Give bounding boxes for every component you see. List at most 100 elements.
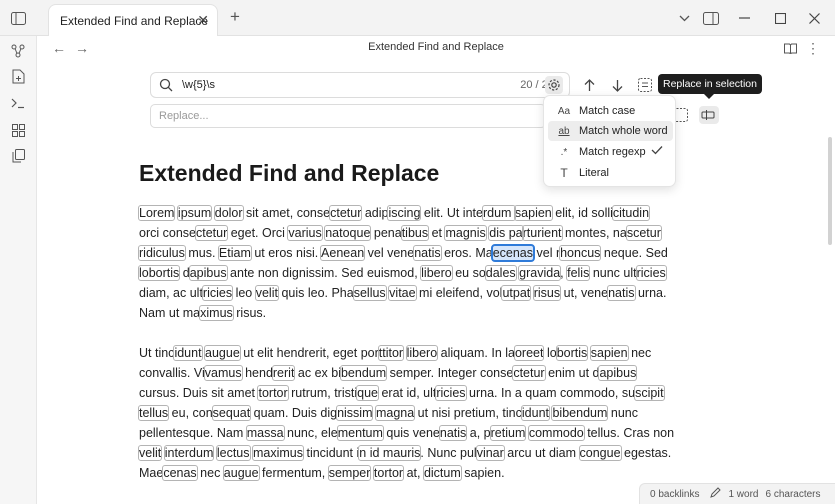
search-match: que [356,385,379,401]
search-match: lectus [215,445,251,461]
more-options-icon[interactable]: ⋮ [805,40,821,56]
pencil-icon[interactable] [710,487,722,501]
text-run: eu, con [168,406,213,420]
text-run: nunc [607,406,638,420]
search-match: libero [420,265,453,281]
minimize-icon[interactable] [736,10,752,26]
text-run: ac ex bi [294,366,341,380]
text-run: tellus. Cras non [583,426,675,440]
text-run: mus. [184,246,219,260]
regexp-icon: .* [560,146,568,158]
search-match: felis [566,265,591,281]
search-match: maximus [251,445,305,461]
find-input[interactable]: \w{5}\s 20 / 223 [150,72,570,98]
search-match: natis [413,245,442,261]
text-run: egestas. [620,446,672,460]
search-match: tortor [372,465,405,481]
search-match: augue [204,345,241,361]
grid-icon[interactable] [10,122,26,138]
menu-item-match-case[interactable]: Aa Match case [548,101,673,121]
replace-in-selection-icon[interactable] [699,106,719,124]
paragraph-1[interactable]: Lorem ipsum dolor sit amet, consectetur … [137,203,739,323]
text-run: . Nunc pul [420,446,477,460]
menu-item-label: Literal [579,167,609,179]
text-run: erat id, ult [377,386,437,400]
search-match: magna [374,405,416,421]
search-match: scetur [625,225,662,241]
replace-in-selection-tooltip: Replace in selection [658,74,762,99]
view-title: Extended Find and Replace [368,41,504,53]
current-search-match: ecenas [490,244,536,262]
text-run: d [179,266,190,280]
left-ribbon [0,36,37,504]
menu-item-match-regexp[interactable]: .* Match regexp [548,142,673,162]
close-window-icon[interactable] [806,10,822,26]
search-match: tellus [137,405,170,421]
search-match: oreet [514,345,545,361]
close-tab-icon[interactable]: ✕ [197,12,209,29]
text-run: pena [370,226,402,240]
paragraph-2[interactable]: Ut tincidunt augue ut elit hendrerit, eg… [137,343,739,483]
text-run: Mae [139,466,164,480]
replace-input[interactable]: Replace... [150,104,546,128]
text-run: sit amet, conse [242,206,331,220]
search-match: rturient [521,225,563,241]
backlinks-count[interactable]: 0 backlinks [650,489,699,500]
text-line: diam, ac ultricies leo velit quis leo. P… [139,283,739,303]
new-tab-icon[interactable]: + [226,7,244,26]
search-match: massa [245,425,285,441]
chevron-down-icon[interactable] [676,10,692,26]
search-options-gear-icon[interactable] [545,76,563,94]
text-run: rutrum, tristi [287,386,358,400]
tab-extended-find-replace[interactable]: Extended Find and Replace ✕ [48,4,218,36]
search-match: sapien [589,345,629,361]
text-run: neque. Sed [600,246,668,260]
search-match: utpat [501,285,532,301]
select-all-matches-icon[interactable] [636,76,654,94]
literal-icon: T [560,166,568,180]
text-run: pellentesque. Nam [139,426,247,440]
copy-icon[interactable] [10,148,26,164]
scrollbar-thumb[interactable] [828,137,832,245]
reading-view-icon[interactable] [782,40,798,56]
next-match-icon[interactable] [608,76,626,94]
search-match: cenas [162,465,198,481]
search-match: ricies [435,385,467,401]
text-line: velit interdum lectus maximus tincidunt … [137,443,739,463]
text-run: eu so [451,266,486,280]
search-match: dictum [422,465,462,481]
search-match: ctetur [329,205,363,221]
layout-icon[interactable] [702,10,720,26]
search-match: ricies [635,265,667,281]
text-run: eros. Ma [440,246,493,260]
menu-item-match-whole-word[interactable]: ab Match whole word [548,121,673,141]
text-run: a, p [466,426,491,440]
search-match: vinar [475,445,505,461]
text-run: nunc, ele [283,426,338,440]
find-query: \w{5}\s [182,79,216,91]
text-run: arcu ut diam [503,446,580,460]
search-match: ctetur [512,365,546,381]
sidebar-toggle-icon[interactable] [10,10,26,26]
search-match: velit [137,445,163,461]
check-icon [651,145,663,158]
terminal-icon[interactable] [10,95,26,111]
search-match: vitae [388,285,417,301]
back-arrow-icon[interactable]: ← [51,40,67,56]
text-run: vel r [533,246,561,260]
text-run: semper. Integer conse [386,366,514,380]
menu-item-literal[interactable]: T Literal [548,163,673,183]
new-note-icon[interactable] [10,68,26,84]
search-match: tibus [400,225,430,241]
tab-title: Extended Find and Replace [60,13,209,28]
maximize-icon[interactable] [772,10,788,26]
search-match: semper [327,465,372,481]
menu-item-label: Match regexp [579,146,646,158]
forward-arrow-icon[interactable]: → [74,40,90,56]
text-run: elit, id solli [551,206,613,220]
previous-match-icon[interactable] [580,76,598,94]
replace-placeholder: Replace... [159,110,209,122]
text-line: ridiculus mus. Etiam ut eros nisi. Aenea… [138,243,739,263]
text-run: Nam ut ma [139,306,201,320]
graph-icon[interactable] [10,43,26,59]
